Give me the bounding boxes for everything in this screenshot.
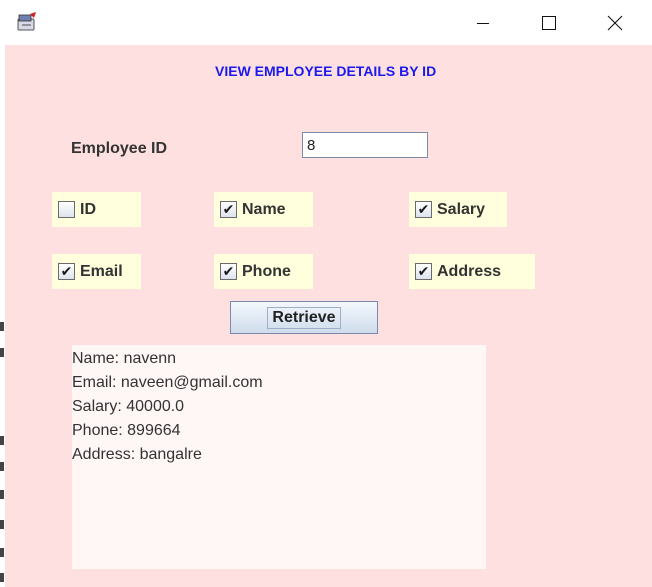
checkbox-label: Salary xyxy=(437,200,486,218)
employee-id-field[interactable] xyxy=(302,132,428,158)
result-text-area[interactable]: Name: navenn Email: naveen@gmail.com Sal… xyxy=(72,345,486,569)
checkmark-icon: ✔ xyxy=(58,263,75,280)
checkmark-icon: ✔ xyxy=(415,201,432,218)
background-glyph xyxy=(0,322,4,331)
title-bar[interactable] xyxy=(5,0,652,45)
checkmark-icon: ✔ xyxy=(220,263,237,280)
close-icon xyxy=(607,15,623,30)
page-title: VIEW EMPLOYEE DETAILS BY ID xyxy=(215,63,437,79)
employee-id-label: Employee ID xyxy=(71,140,168,157)
checkmark-icon: ✔ xyxy=(415,263,432,280)
background-glyph xyxy=(0,348,4,357)
background-glyph xyxy=(0,462,4,471)
checkbox-label: Phone xyxy=(242,262,291,280)
minimize-button[interactable] xyxy=(460,0,506,45)
checkbox-salary[interactable]: ✔ Salary xyxy=(409,192,507,227)
background-glyph xyxy=(0,548,4,557)
retrieve-button-label: Retrieve xyxy=(267,306,341,329)
result-line-name: Name: navenn xyxy=(72,350,177,367)
background-glyph xyxy=(0,573,4,582)
result-line-salary: Salary: 40000.0 xyxy=(72,398,185,415)
app-window: VIEW EMPLOYEE DETAILS BY ID Employee ID … xyxy=(5,0,652,587)
checkbox-name[interactable]: ✔ Name xyxy=(214,192,313,227)
background-glyph xyxy=(0,490,4,499)
result-line-email: Email: naveen@gmail.com xyxy=(72,374,263,391)
background-glyph xyxy=(0,436,4,445)
maximize-button[interactable] xyxy=(526,0,572,45)
checkbox-label: Address xyxy=(437,262,502,280)
retrieve-button[interactable]: Retrieve xyxy=(230,301,378,334)
checkbox-email[interactable]: ✔ Email xyxy=(52,254,141,289)
background-glyph xyxy=(0,520,4,529)
checkbox-address[interactable]: ✔ Address xyxy=(409,254,535,289)
result-line-phone: Phone: 899664 xyxy=(72,422,181,439)
checkbox-id[interactable]: ID xyxy=(52,192,141,227)
checkbox-phone[interactable]: ✔ Phone xyxy=(214,254,313,289)
minimize-icon xyxy=(477,22,489,24)
java-cup-icon[interactable] xyxy=(16,10,40,32)
maximize-icon xyxy=(542,15,556,30)
form-panel: VIEW EMPLOYEE DETAILS BY ID Employee ID … xyxy=(5,45,652,587)
checkbox-label: Email xyxy=(80,262,123,280)
checkbox-label: Name xyxy=(242,200,286,218)
close-button[interactable] xyxy=(592,0,638,45)
result-line-address: Address: bangalre xyxy=(72,446,202,463)
checkmark-icon: ✔ xyxy=(220,201,237,218)
checkbox-unchecked-icon xyxy=(58,201,75,218)
checkbox-label: ID xyxy=(80,200,96,218)
